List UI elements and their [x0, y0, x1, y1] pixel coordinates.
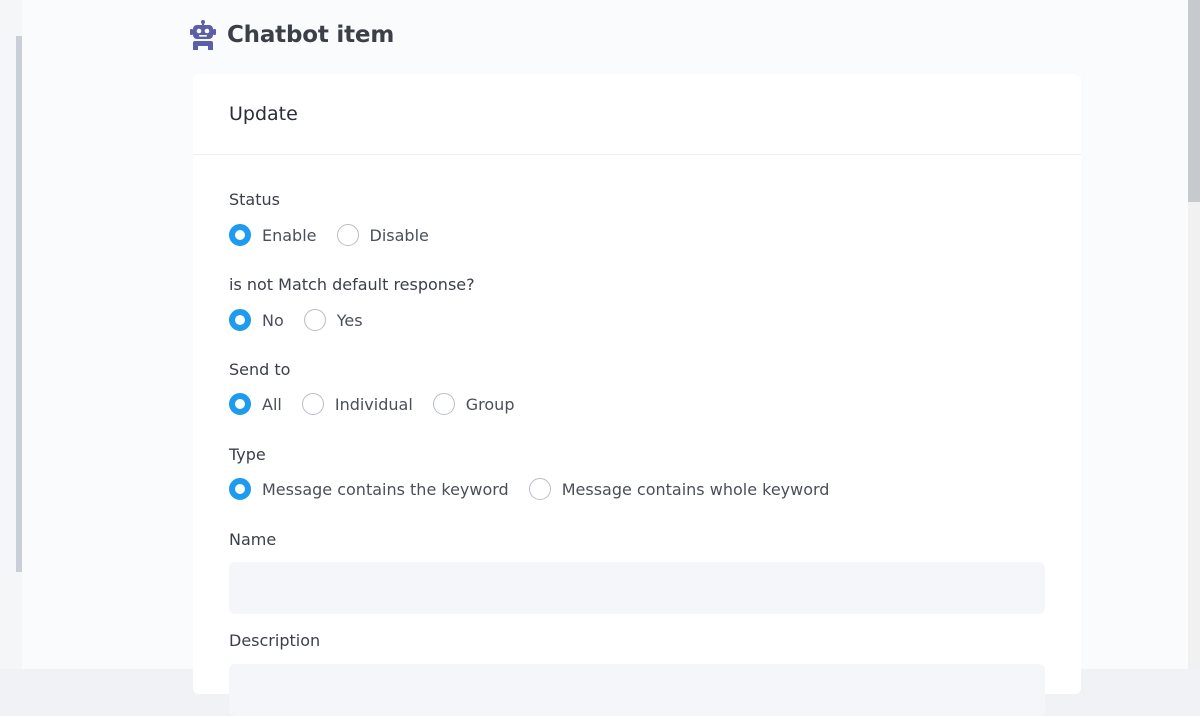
name-label: Name	[229, 530, 277, 549]
radio-label: No	[262, 310, 284, 330]
status-label: Status	[229, 190, 280, 209]
radio-button[interactable]	[432, 393, 455, 415]
type-option-contains-keyword[interactable]: Message contains the keyword	[229, 478, 509, 500]
status-radio-group: Enable Disable	[229, 222, 449, 248]
update-card: Update Status Enable Disable is not Matc…	[193, 74, 1081, 716]
not-match-option-no[interactable]: No	[229, 309, 284, 331]
radio-label: Individual	[334, 394, 413, 414]
card-header: Update	[193, 74, 1081, 155]
radio-button-checked[interactable]	[229, 478, 251, 500]
not-match-label: is not Match default response?	[229, 275, 475, 294]
type-label: Type	[229, 445, 266, 464]
status-option-enable[interactable]: Enable	[229, 224, 317, 246]
radio-button[interactable]	[301, 393, 324, 415]
scrollbar-thumb[interactable]	[1188, 0, 1200, 202]
radio-label: Disable	[369, 225, 429, 245]
card-title: Update	[229, 103, 298, 125]
radio-button-checked[interactable]	[229, 309, 251, 331]
radio-label: Yes	[336, 310, 363, 330]
page-title: Chatbot item	[227, 22, 395, 48]
not-match-radio-group: No Yes	[229, 307, 383, 333]
radio-label: Message contains the keyword	[262, 479, 509, 499]
robot-icon	[190, 20, 216, 50]
status-option-disable[interactable]: Disable	[336, 224, 429, 246]
radio-label: Message contains whole keyword	[561, 479, 830, 499]
type-option-whole-keyword[interactable]: Message contains whole keyword	[528, 478, 830, 500]
send-to-radio-group: All Individual Group	[229, 391, 534, 417]
send-to-label: Send to	[229, 360, 291, 379]
radio-button-checked[interactable]	[229, 393, 251, 415]
radio-button[interactable]	[336, 224, 359, 246]
radio-label: Enable	[262, 225, 317, 245]
radio-button[interactable]	[528, 478, 551, 500]
radio-button-checked[interactable]	[229, 224, 251, 246]
send-to-option-individual[interactable]: Individual	[301, 393, 413, 415]
type-radio-group: Message contains the keyword Message con…	[229, 476, 849, 502]
scrollbar[interactable]	[1188, 0, 1200, 669]
send-to-option-group[interactable]: Group	[432, 393, 515, 415]
radio-label: Group	[465, 394, 515, 414]
name-input[interactable]	[229, 562, 1045, 614]
radio-button[interactable]	[303, 309, 326, 331]
description-input[interactable]	[229, 664, 1045, 716]
send-to-option-all[interactable]: All	[229, 393, 282, 415]
radio-label: All	[262, 394, 282, 414]
left-sidebar-edge	[0, 0, 22, 669]
description-label: Description	[229, 631, 321, 650]
page-header: Chatbot item	[190, 18, 394, 52]
not-match-option-yes[interactable]: Yes	[303, 309, 363, 331]
main-content: Chatbot item Update Status Enable Disabl…	[22, 0, 1188, 716]
